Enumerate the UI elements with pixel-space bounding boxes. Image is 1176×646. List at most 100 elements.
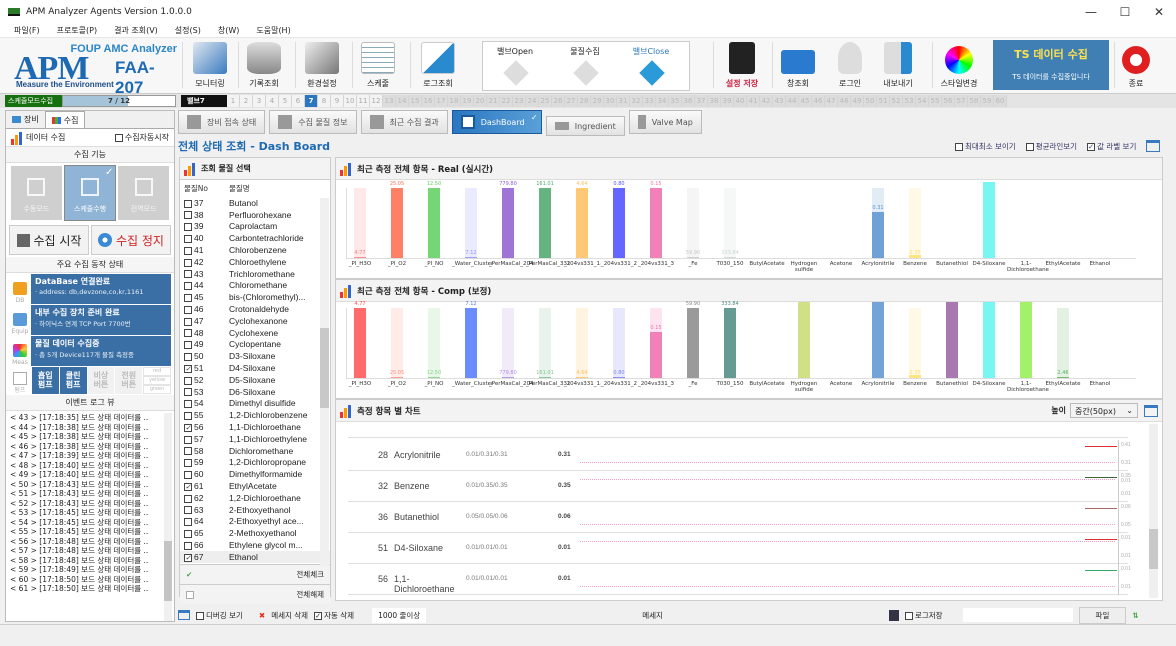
bar-_204vs331_1[interactable] — [576, 188, 588, 258]
material-checkbox[interactable] — [184, 211, 192, 220]
power-button[interactable]: 전원 버튼 — [115, 367, 143, 394]
material-checkbox[interactable] — [184, 235, 192, 244]
material-row[interactable]: 66 Ethylene glycol m... — [180, 539, 330, 551]
bar-D4-Siloxane[interactable] — [983, 182, 995, 258]
valve-number-6[interactable]: 6 — [292, 95, 305, 107]
bar-EthylAcetate[interactable] — [1057, 376, 1069, 378]
material-row[interactable]: 65 2-Methoxyethanol — [180, 527, 330, 539]
history-button[interactable]: 기록조회 — [244, 40, 284, 92]
material-row[interactable]: 40 Carbontetrachloride — [180, 232, 330, 244]
valve-number-24[interactable]: 24 — [526, 95, 539, 107]
material-row[interactable]: 52 D5-Siloxane — [180, 374, 330, 386]
material-checkbox[interactable] — [184, 435, 192, 444]
global-mode-button[interactable]: 전역모드 — [118, 166, 170, 220]
material-row[interactable]: 43 Trichloromethane — [180, 268, 330, 280]
valve-number-57[interactable]: 57 — [955, 95, 968, 107]
tab-material-info[interactable]: 수집 물질 정보 — [269, 110, 357, 134]
valve-number-41[interactable]: 41 — [747, 95, 760, 107]
bar-Butanethiol[interactable] — [946, 302, 958, 378]
uncheck-all-button[interactable]: 전체해제 — [180, 584, 330, 604]
valve-number-45[interactable]: 45 — [799, 95, 812, 107]
valve-number-4[interactable]: 4 — [266, 95, 279, 107]
valve-number-3[interactable]: 3 — [253, 95, 266, 107]
bar-_204vs331_3[interactable] — [650, 331, 662, 378]
material-checkbox[interactable] — [184, 518, 192, 527]
material-row[interactable]: 64 2-Ethoxyethyl ace... — [180, 516, 330, 528]
valve-number-10[interactable]: 10 — [344, 95, 357, 107]
tab-valve-map[interactable]: Valve Map — [628, 110, 702, 134]
export-button[interactable]: 내보내기 — [878, 40, 918, 92]
minmax-checkbox[interactable]: 최대최소 보이기 — [955, 141, 1016, 152]
menu-file[interactable]: 파일(F) — [14, 25, 40, 36]
valve-number-18[interactable]: 18 — [448, 95, 461, 107]
valve-number-55[interactable]: 55 — [929, 95, 942, 107]
material-checkbox[interactable] — [184, 341, 192, 350]
auto-delete-checkbox[interactable]: ✓ 자동 삭제 — [314, 610, 354, 621]
login-button[interactable]: 로그인 — [830, 40, 870, 92]
material-row[interactable]: ✓ 67 Ethanol — [180, 550, 330, 563]
material-checkbox[interactable] — [184, 246, 192, 255]
material-row[interactable]: ✓ 56 1,1-Dichloroethane — [180, 421, 330, 433]
bar-_PI_O2[interactable] — [391, 376, 403, 378]
line-limit-field[interactable]: 1000 줄이상 — [372, 607, 427, 623]
material-row[interactable]: 48 Cyclohexene — [180, 327, 330, 339]
value-label-checkbox[interactable]: ✓ 값 라벨 보기 — [1087, 141, 1136, 152]
env-settings-button[interactable]: 환경설정 — [302, 40, 342, 92]
material-checkbox[interactable] — [184, 447, 192, 456]
material-row[interactable]: 47 Cyclohexanone — [180, 315, 330, 327]
valve-close-button[interactable]: 밸브Close — [621, 46, 681, 57]
material-row[interactable]: 59 1,2-Dichloropropane — [180, 457, 330, 469]
bar-_PI_NO[interactable] — [428, 188, 440, 258]
check-all-button[interactable]: ✔ 전체체크 — [180, 564, 330, 584]
material-row[interactable]: 57 1,1-Dichloroethylene — [180, 433, 330, 445]
log-view-button[interactable]: 로그조회 — [418, 40, 458, 92]
height-select[interactable]: 중간(50px) ⌄ — [1070, 403, 1138, 418]
valve-number-15[interactable]: 15 — [409, 95, 422, 107]
bar-_Fe[interactable] — [687, 256, 699, 258]
menu-results[interactable]: 결과 조회(V) — [114, 25, 158, 36]
material-row[interactable]: 62 1,2-Dichloroethane — [180, 492, 330, 504]
clear-messages-button[interactable]: 메세지 삭제 — [271, 610, 308, 621]
maximize-button[interactable]: ☐ — [1108, 0, 1142, 24]
bar-Acrylonitrile[interactable] — [872, 211, 884, 258]
bar-_PI_H3O[interactable] — [354, 308, 366, 378]
material-row[interactable]: 60 Dimethylformamide — [180, 468, 330, 480]
bar-_204vs331_3[interactable] — [650, 188, 662, 258]
valve-number-27[interactable]: 27 — [565, 95, 578, 107]
material-row[interactable]: 49 Cyclopentane — [180, 339, 330, 351]
material-checkbox[interactable] — [184, 353, 192, 361]
valve-number-54[interactable]: 54 — [916, 95, 929, 107]
collect-button[interactable]: 물질수집 — [555, 46, 615, 57]
schedule-button[interactable]: 스케줄 — [358, 40, 398, 92]
menu-help[interactable]: 도움말(H) — [256, 25, 290, 36]
material-row[interactable]: 54 Dimethyl disulfide — [180, 398, 330, 410]
material-checkbox[interactable] — [184, 470, 192, 479]
bar-_PerMasCal_331[interactable] — [539, 188, 551, 258]
tab-ingredient[interactable]: Ingredient — [545, 116, 625, 136]
material-row[interactable]: 58 Dichloromethane — [180, 445, 330, 457]
bar-_Water_Cluster[interactable] — [465, 308, 477, 378]
menu-window[interactable]: 창(W) — [218, 25, 240, 36]
valve-number-26[interactable]: 26 — [552, 95, 565, 107]
ts-data-collect-panel[interactable]: TS 데이터 수집 TS 데이터를 수집중입니다 — [993, 40, 1109, 90]
material-checkbox[interactable] — [184, 258, 192, 267]
material-row[interactable]: 53 D6-Siloxane — [180, 386, 330, 398]
schedule-mode-button[interactable]: 스케줄수행 ✓ — [63, 165, 117, 221]
material-row[interactable]: 55 1,2-Dichlorobenzene — [180, 409, 330, 421]
tab-dashboard[interactable]: DashBoard ✓ — [451, 110, 542, 134]
bar-_PI_O2[interactable] — [391, 188, 403, 258]
valve-number-30[interactable]: 30 — [604, 95, 617, 107]
valve-number-31[interactable]: 31 — [617, 95, 630, 107]
valve-number-16[interactable]: 16 — [422, 95, 435, 107]
bar-_PerMasCal_204[interactable] — [502, 376, 514, 378]
material-row[interactable]: 63 2-Ethoxyethanol — [180, 504, 330, 516]
material-checkbox[interactable] — [184, 270, 192, 279]
valve-number-44[interactable]: 44 — [786, 95, 799, 107]
material-checkbox[interactable]: ✓ — [184, 423, 192, 432]
valve-number-17[interactable]: 17 — [435, 95, 448, 107]
valve-number-8[interactable]: 8 — [318, 95, 331, 107]
auto-start-checkbox[interactable]: 수집자동시작 — [114, 132, 169, 143]
log-scrollbar[interactable] — [164, 413, 172, 621]
bar-_204vs331_1[interactable] — [576, 376, 588, 378]
style-change-button[interactable]: 스타일변경 — [937, 40, 981, 92]
